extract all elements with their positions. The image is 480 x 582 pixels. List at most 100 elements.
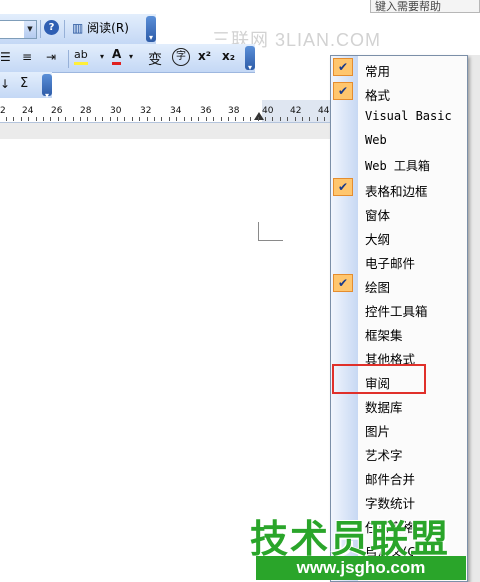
ruler-tick	[221, 117, 222, 121]
ruler-tick	[21, 117, 22, 121]
toolbar-context-menu: ✔ 常用 ✔ 格式 Visual Basic Web Web 工具箱 ✔ 表格和边框 窗体大纲电子…	[330, 55, 468, 582]
horizontal-ruler[interactable]: 2 24 26 28 30 32 34 36 38 40 42 44	[0, 100, 333, 123]
menu-item[interactable]: Web 工具箱	[331, 152, 467, 176]
ruler-tick	[65, 117, 66, 121]
menu-item-label: 电子邮件	[365, 256, 416, 271]
ruler-tick	[198, 117, 199, 121]
ruler-number: 28	[80, 106, 92, 116]
menu-item-label: 数据库	[365, 400, 403, 415]
ruler-tick	[265, 117, 266, 121]
ruler-tick	[161, 117, 162, 121]
menu-item-label: 常用	[365, 64, 391, 79]
menu-item-label: Web 工具箱	[365, 159, 430, 173]
line-spacing-icon[interactable]: ≡	[22, 50, 32, 64]
align-icon[interactable]: ☰	[0, 50, 11, 64]
menu-item[interactable]: ✔ 绘图	[331, 272, 467, 296]
menu-item[interactable]: 窗体	[331, 200, 467, 224]
checkmark-icon: ✔	[333, 82, 353, 100]
ruler-tick	[132, 117, 133, 121]
chevron-down-icon[interactable]: ▼	[24, 21, 36, 38]
ruler-number: 30	[110, 106, 122, 116]
toolbar-options-icon[interactable]: ▾	[42, 74, 52, 100]
subscript-icon[interactable]: x₂	[222, 49, 235, 63]
scroll-strip	[468, 55, 480, 582]
read-button[interactable]: ▥ 阅读(R)	[70, 17, 131, 39]
indent-marker-icon[interactable]	[254, 112, 264, 120]
ruler-tick	[154, 117, 155, 121]
formatting-toolbar: ▾	[0, 44, 255, 73]
menu-item[interactable]: ✔ 表格和边框	[331, 176, 467, 200]
ruler-tick	[102, 117, 103, 121]
document-margin-band	[0, 123, 332, 139]
watermark-url: www.jsgho.com	[256, 556, 466, 580]
ruler-tick	[6, 117, 7, 121]
ruler-tick	[110, 117, 111, 121]
ruler-number: 34	[170, 106, 182, 116]
ruler-tick	[58, 117, 59, 121]
toolbar-options-icon[interactable]: ▾	[146, 16, 156, 42]
ruler-tick	[309, 117, 310, 121]
menu-item[interactable]: 控件工具箱	[331, 296, 467, 320]
superscript-icon[interactable]: x²	[198, 49, 211, 63]
page-corner-mark	[258, 222, 283, 241]
menu-item[interactable]: 邮件合并	[331, 464, 467, 488]
highlight-icon[interactable]: ab	[74, 48, 88, 65]
zoom-combo[interactable]: ▼	[0, 20, 37, 39]
ruler-number: 2	[0, 106, 6, 116]
menu-item-label: 艺术字	[365, 448, 403, 463]
ruler-tick	[147, 117, 148, 121]
menu-item[interactable]: Web	[331, 128, 467, 152]
ruler-number: 26	[51, 106, 63, 116]
font-color-icon[interactable]: A	[112, 47, 122, 65]
highlight-annotation	[332, 364, 426, 394]
ruler-tick	[295, 117, 296, 121]
ruler-tick	[80, 117, 81, 121]
ruler-tick	[73, 117, 74, 121]
menu-item[interactable]: ✔ 格式	[331, 80, 467, 104]
ruler-number: 36	[200, 106, 212, 116]
menu-item[interactable]: 大纲	[331, 224, 467, 248]
read-button-label: 阅读(R)	[87, 21, 129, 35]
ruler-tick	[258, 117, 259, 121]
phonetic-guide-icon[interactable]: 变	[148, 49, 162, 69]
menu-item[interactable]: 艺术字	[331, 440, 467, 464]
checkmark-icon: ✔	[333, 274, 353, 292]
ruler-number: 38	[228, 106, 240, 116]
ruler-number: 32	[140, 106, 152, 116]
watermark-brand: 技术员联盟	[250, 517, 451, 561]
menu-item-label: Web	[365, 133, 387, 147]
checkmark-icon: ✔	[333, 178, 353, 196]
ruler-tick	[28, 117, 29, 121]
ruler-tick	[272, 117, 273, 121]
menu-item[interactable]: 数据库	[331, 392, 467, 416]
help-icon[interactable]: ?	[44, 20, 59, 35]
menu-item[interactable]: Visual Basic	[331, 104, 467, 128]
sum-icon[interactable]: Σ	[20, 76, 28, 91]
ruler-tick	[169, 117, 170, 121]
book-icon: ▥	[72, 21, 84, 35]
indent-icon[interactable]: ⇥	[46, 50, 56, 64]
toolbar-separator	[64, 20, 65, 38]
menu-item[interactable]: 框架集	[331, 320, 467, 344]
checkmark-icon: ✔	[333, 58, 353, 76]
chevron-down-icon[interactable]: ▾	[129, 52, 133, 61]
menu-item[interactable]: 电子邮件	[331, 248, 467, 272]
ruler-tick	[324, 117, 325, 121]
help-search-input[interactable]: 键入需要帮助	[370, 0, 480, 13]
sort-icon[interactable]: ↓	[0, 77, 10, 91]
menu-item[interactable]: 图片	[331, 416, 467, 440]
menu-item-label: 控件工具箱	[365, 304, 428, 319]
ruler-tick	[87, 117, 88, 121]
menu-item-label: Visual Basic	[365, 109, 452, 123]
toolbar-options-icon[interactable]: ▾	[245, 46, 255, 72]
chevron-down-icon[interactable]: ▾	[100, 52, 104, 61]
enclose-char-icon[interactable]: 字	[172, 48, 190, 66]
menu-item-label: 大纲	[365, 232, 391, 247]
ruler-number: 24	[22, 106, 34, 116]
menu-item[interactable]: ✔ 常用	[331, 56, 467, 80]
ruler-tick	[117, 117, 118, 121]
ruler-number: 42	[290, 106, 302, 116]
ruler-tick	[280, 117, 281, 121]
ruler-tick	[176, 117, 177, 121]
ruler-tick	[139, 117, 140, 121]
